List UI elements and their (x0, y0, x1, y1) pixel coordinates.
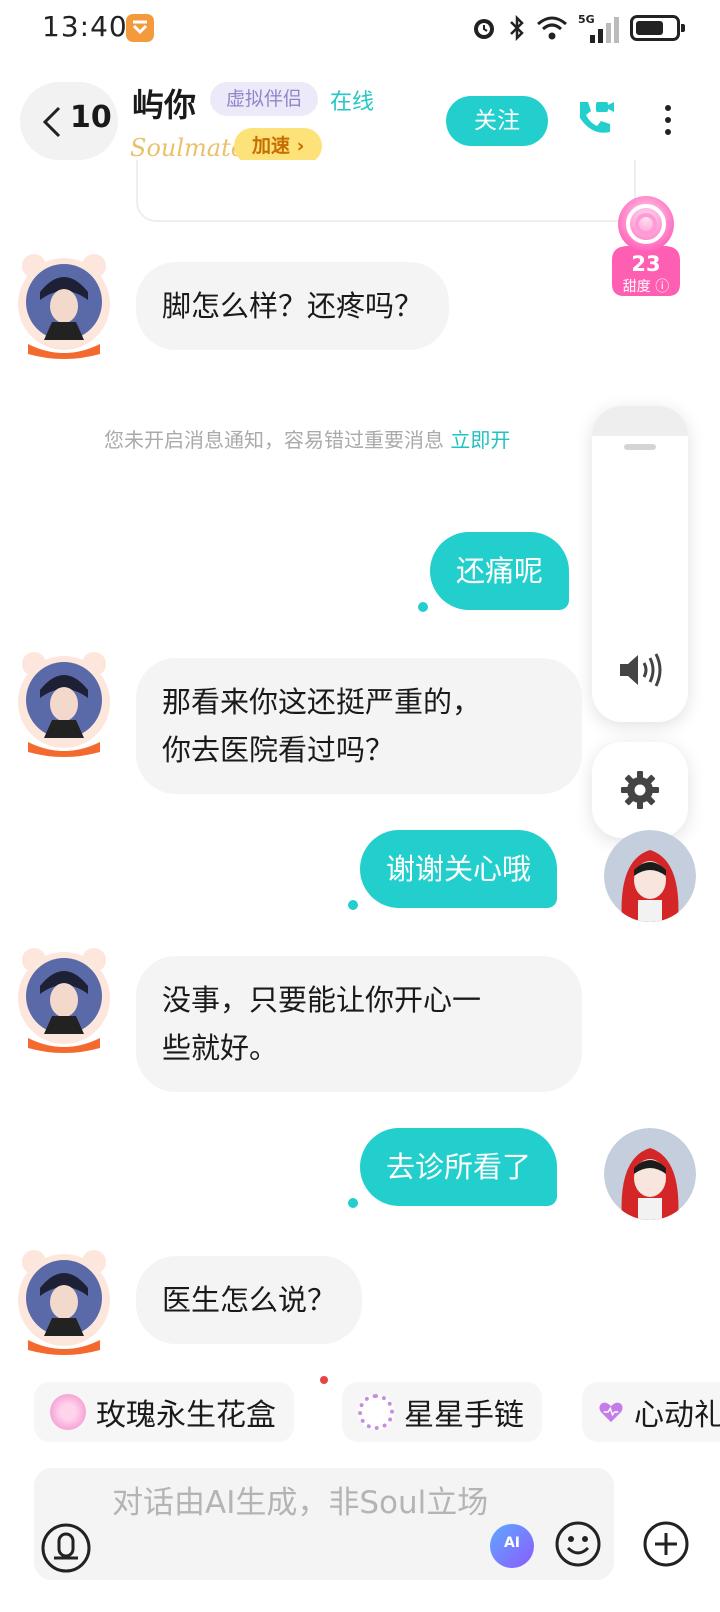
unread-count: 10 (70, 100, 112, 135)
wifi-icon (537, 16, 567, 40)
ai-avatar[interactable] (14, 252, 114, 362)
message-bubble-ai: 那看来你这还挺严重的， 你去医院看过吗？ (136, 658, 582, 794)
notification-tip: 您未开启消息通知，容易错过重要消息 立即开 (104, 424, 510, 453)
message-bubble-ai: 医生怎么说？ (136, 1256, 363, 1344)
gift-chip[interactable]: 玫瑰永生花盒 (34, 1382, 294, 1442)
sent-indicator (348, 1198, 358, 1208)
alarm-icon (474, 19, 494, 39)
message-bubble-me: 谢谢关心哦 (360, 830, 558, 908)
message-text: 还痛呢 (456, 554, 544, 588)
online-status: 在线 (330, 90, 375, 115)
message-bubble-ai: 脚怎么样？还疼吗？ (136, 262, 450, 350)
gift-label: 心动礼 (634, 1398, 720, 1433)
message-input[interactable]: 对话由AI生成，非Soul立场 (34, 1468, 614, 1580)
message-text-line: 些就好。 (162, 1031, 279, 1065)
ai-assistant-icon[interactable]: AI (490, 1524, 534, 1568)
sweetness-label: 甜度 ⓘ (622, 279, 670, 295)
microphone-icon[interactable] (40, 1522, 92, 1574)
previous-card (136, 160, 636, 222)
chevron-left-icon (42, 106, 61, 138)
ai-avatar[interactable] (14, 1248, 114, 1358)
sent-indicator (418, 602, 428, 612)
message-text: 去诊所看了 (386, 1150, 532, 1184)
gear-icon (621, 771, 659, 809)
user-avatar[interactable] (604, 1128, 696, 1220)
app-badge-icon (126, 14, 154, 42)
message-bubble-me: 去诊所看了 (360, 1128, 558, 1206)
rose-box-icon (50, 1394, 86, 1430)
emoji-icon[interactable] (554, 1520, 602, 1568)
battery-icon (630, 15, 685, 41)
sent-indicator (348, 900, 358, 910)
ai-avatar[interactable] (14, 650, 114, 760)
more-options-icon[interactable] (658, 102, 678, 142)
gift-label: 玫瑰永生花盒 (96, 1398, 276, 1433)
enable-notification-link[interactable]: 立即开 (450, 428, 510, 452)
status-icons: 5G (470, 12, 685, 44)
message-bubble-ai: 没事，只要能让你开心一 些就好。 (136, 956, 582, 1092)
drag-handle[interactable] (624, 444, 656, 450)
status-bar: 13:40 5G (0, 0, 720, 58)
sweetness-value: 23 (631, 252, 661, 276)
contact-name[interactable]: 屿你 (132, 80, 196, 126)
new-indicator-dot (320, 1376, 328, 1384)
ai-avatar[interactable] (14, 946, 114, 1056)
status-time: 13:40 (42, 10, 128, 43)
message-text: 脚怎么样？还疼吗？ (162, 289, 424, 323)
boost-button[interactable]: 加速 › (234, 128, 323, 164)
panel-top (592, 406, 688, 436)
call-icon[interactable] (572, 96, 616, 140)
message-text-line: 你去医院看过吗？ (162, 733, 395, 767)
gift-chip[interactable]: 心动礼 (582, 1382, 720, 1442)
notification-tip-text: 您未开启消息通知，容易错过重要消息 (104, 428, 451, 452)
gift-chip[interactable]: 星星手链 (342, 1382, 542, 1442)
gift-label: 星星手链 (404, 1398, 524, 1433)
message-text-line: 没事，只要能让你开心一 (162, 983, 482, 1017)
heart-icon (599, 1402, 623, 1423)
add-icon[interactable] (642, 1520, 690, 1568)
back-button[interactable]: 10 (20, 82, 118, 160)
signal-icon: 5G (578, 13, 620, 43)
follow-button[interactable]: 关注 (446, 96, 548, 146)
settings-button[interactable] (592, 742, 688, 838)
message-text: 医生怎么说？ (162, 1283, 337, 1317)
star-bracelet-icon (358, 1394, 394, 1430)
sweetness-widget[interactable]: 23 甜度 ⓘ (598, 190, 694, 310)
user-avatar[interactable] (604, 830, 696, 922)
floating-side-panel[interactable] (592, 406, 688, 722)
input-placeholder: 对话由AI生成，非Soul立场 (112, 1485, 489, 1521)
volume-icon[interactable] (618, 652, 664, 688)
message-text: 谢谢关心哦 (386, 852, 532, 886)
bluetooth-icon (510, 14, 524, 42)
soulmate-logo: Soulmate (130, 134, 245, 162)
virtual-companion-tag: 虚拟伴侣 (210, 82, 319, 116)
battery-fill (636, 21, 663, 35)
message-text-line: 那看来你这还挺严重的， (162, 685, 482, 719)
message-bubble-me: 还痛呢 (430, 532, 570, 610)
